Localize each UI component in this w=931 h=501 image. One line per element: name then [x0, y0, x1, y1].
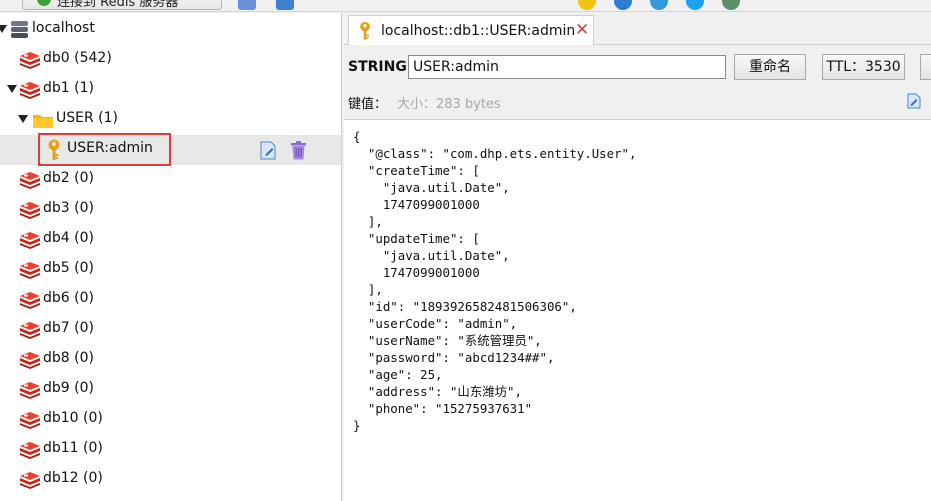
main-toolbar: 连接到 Redis 服务器 [0, 0, 931, 12]
db-name: db2 [43, 170, 70, 186]
tree-item-db0[interactable]: db0 (542) [0, 45, 341, 75]
redis-db-icon [20, 262, 40, 279]
value-label: 键值： [348, 97, 388, 112]
redis-db-icon [20, 382, 40, 399]
key-icon [360, 21, 370, 40]
redis-db-icon [20, 292, 40, 309]
db-count: (0) [74, 170, 94, 186]
db-count: (0) [74, 320, 94, 336]
expand-arrow-icon[interactable] [0, 25, 7, 33]
value-header: 键值： 大小：283 bytes [348, 93, 501, 112]
db-count: (542) [74, 50, 112, 66]
db-count: (0) [74, 350, 94, 366]
tree-item-server[interactable]: localhost [0, 15, 341, 45]
view-as-icon[interactable] [907, 93, 921, 109]
db-count: (0) [83, 440, 103, 456]
redis-db-icon [20, 352, 40, 369]
connect-server-button[interactable]: 连接到 Redis 服务器 [22, 0, 222, 10]
key-name-input[interactable] [408, 55, 726, 79]
tree-item-db3[interactable]: db3 (0) [0, 195, 341, 225]
tree-item-folder-user[interactable]: USER (1) [0, 105, 341, 135]
delete-button[interactable] [920, 54, 931, 80]
tab-title: localhost::db1::USER:admin [381, 23, 576, 39]
value-editor[interactable]: { "@class": "com.dhp.ets.entity.User", "… [344, 119, 931, 501]
edit-key-icon[interactable] [260, 141, 277, 160]
tree-item-db11[interactable]: db11 (0) [0, 435, 341, 465]
db-name: db12 [43, 470, 79, 486]
db-count: (0) [74, 230, 94, 246]
db-name: db6 [43, 290, 70, 306]
key-type-label: STRING: [348, 59, 413, 75]
folder-icon [33, 115, 53, 128]
db-name: db3 [43, 200, 70, 216]
redis-db-icon [20, 52, 40, 69]
expand-arrow-icon[interactable] [18, 115, 28, 123]
tree-item-db8[interactable]: db8 (0) [0, 345, 341, 375]
db-count: (0) [74, 260, 94, 276]
redis-db-icon [20, 412, 40, 429]
twitter-icon[interactable] [686, 0, 704, 10]
redis-db-icon [20, 82, 40, 99]
telegram-icon[interactable] [650, 0, 668, 10]
redis-db-icon [20, 442, 40, 459]
tree-item-db1[interactable]: db1 (1) [0, 75, 341, 105]
db-name: db4 [43, 230, 70, 246]
tree-item-db7[interactable]: db7 (0) [0, 315, 341, 345]
redis-db-icon [20, 202, 40, 219]
tree-item-db4[interactable]: db4 (0) [0, 225, 341, 255]
redis-db-icon [20, 232, 40, 249]
redis-db-icon [20, 172, 40, 189]
rename-button[interactable]: 重命名 [734, 54, 806, 80]
delete-key-icon[interactable] [290, 141, 307, 160]
db-name: db10 [43, 410, 79, 426]
db-name: db0 [43, 50, 70, 66]
db-name: db7 [43, 320, 70, 336]
tree-item-db9[interactable]: db9 (0) [0, 375, 341, 405]
github-icon[interactable] [722, 0, 740, 10]
db-name: db8 [43, 350, 70, 366]
export-icon[interactable] [276, 0, 294, 10]
expand-arrow-icon[interactable] [7, 85, 17, 93]
redis-db-icon [20, 472, 40, 489]
db-count: (0) [83, 410, 103, 426]
tree-item-db6[interactable]: db6 (0) [0, 285, 341, 315]
ttl-button[interactable]: TTL：3530 [822, 54, 905, 80]
tree-item-db2[interactable]: db2 (0) [0, 165, 341, 195]
server-label: localhost [32, 20, 95, 36]
connect-server-label: 连接到 Redis 服务器 [57, 0, 179, 10]
folder-name: USER [56, 110, 94, 126]
tree-item-db5[interactable]: db5 (0) [0, 255, 341, 285]
db-name: db1 [43, 80, 70, 96]
db-count: (0) [74, 290, 94, 306]
close-tab-icon[interactable]: ✕ [575, 21, 589, 39]
warning-icon[interactable] [578, 0, 596, 10]
tab-key-user-admin[interactable]: localhost::db1::USER:admin ✕ [348, 15, 594, 45]
folder-count: (1) [98, 110, 119, 126]
connection-tree: localhost db0 (542) db1 (1) USER (1) USE… [0, 13, 342, 501]
server-icon [11, 21, 28, 38]
tab-bar: localhost::db1::USER:admin ✕ [344, 13, 931, 45]
redis-db-icon [20, 322, 40, 339]
tree-item-db12[interactable]: db12 (0) [0, 465, 341, 495]
value-text[interactable]: { "@class": "com.dhp.ets.entity.User", "… [353, 128, 636, 434]
db-count: (0) [74, 200, 94, 216]
selection-highlight [38, 133, 171, 166]
db-count: (1) [74, 80, 94, 96]
connect-icon [37, 0, 51, 6]
value-size-label: 大小：283 bytes [397, 97, 501, 112]
db-name: db11 [43, 440, 79, 456]
tree-item-db10[interactable]: db10 (0) [0, 405, 341, 435]
db-count: (0) [74, 380, 94, 396]
db-count: (0) [83, 470, 103, 486]
db-name: db9 [43, 380, 70, 396]
key-viewer-panel: localhost::db1::USER:admin ✕ STRING: 重命名… [344, 13, 931, 501]
info-icon[interactable] [614, 0, 632, 10]
import-icon[interactable] [238, 0, 256, 10]
db-name: db5 [43, 260, 70, 276]
